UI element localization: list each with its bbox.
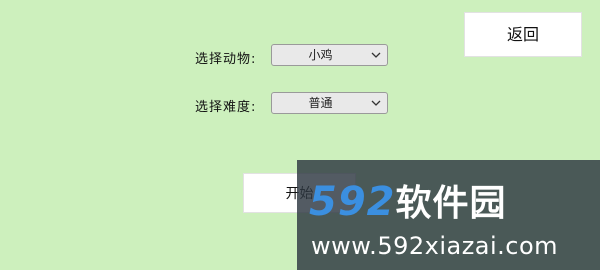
watermark-url: www.592xiazai.com	[311, 232, 559, 260]
difficulty-label: 选择难度:	[195, 100, 257, 115]
animal-select-value: 小鸡	[308, 48, 333, 62]
difficulty-select[interactable]: 普通	[271, 92, 388, 114]
chevron-down-icon	[371, 100, 381, 106]
watermark-logo: 592软件园	[309, 174, 507, 226]
chevron-down-icon	[371, 52, 381, 58]
watermark-overlay: 592软件园 www.592xiazai.com	[297, 160, 600, 270]
back-button[interactable]: 返回	[464, 12, 582, 57]
watermark-brand-text: 软件园	[395, 183, 507, 224]
difficulty-select-value: 普通	[308, 96, 333, 110]
watermark-brand-number: 592	[309, 179, 396, 225]
animal-select[interactable]: 小鸡	[271, 44, 388, 66]
animal-label: 选择动物:	[195, 52, 257, 67]
